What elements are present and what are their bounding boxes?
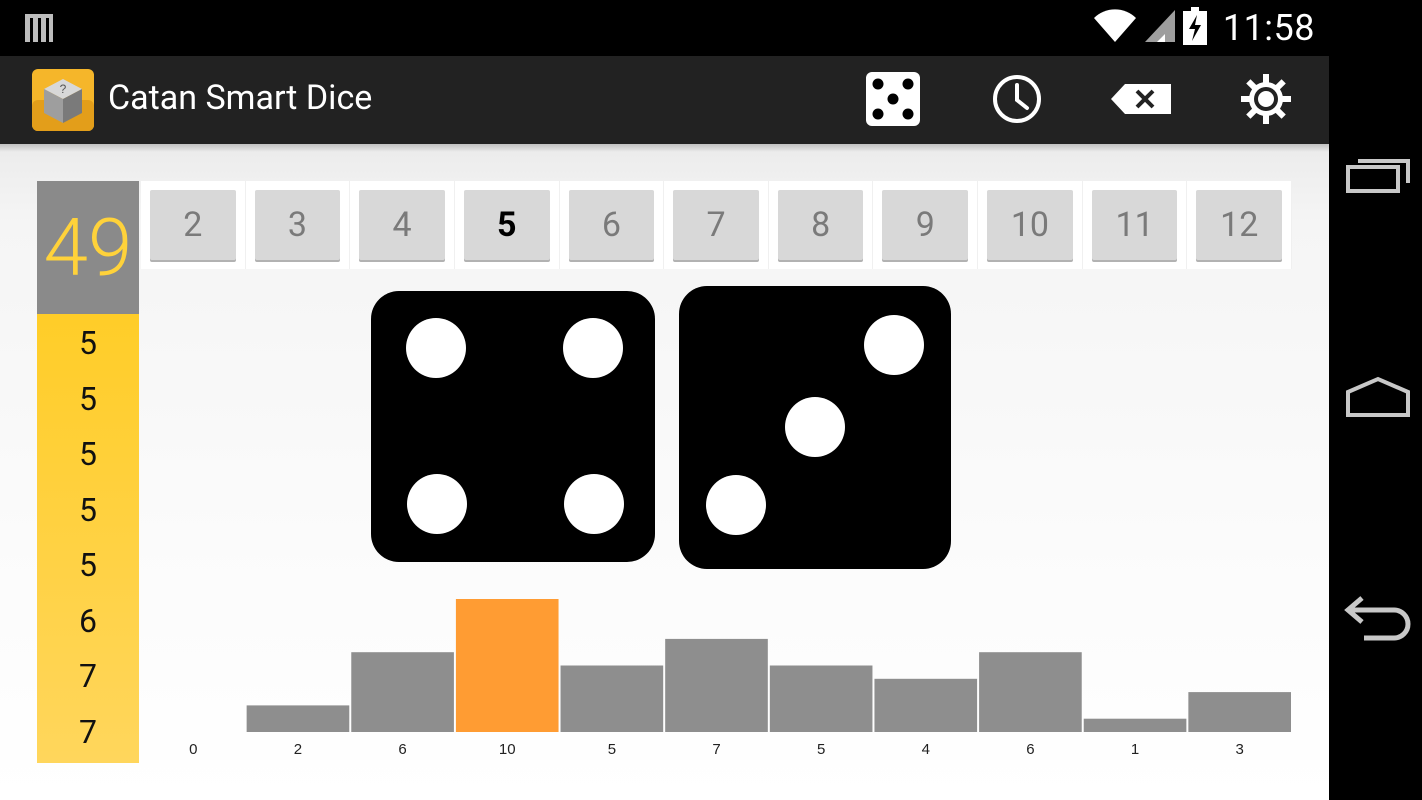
app-logo-icon[interactable]: ? (32, 69, 94, 131)
history-item: 5 (79, 379, 97, 418)
bar-9 (874, 678, 978, 732)
bar-12 (1188, 692, 1291, 732)
num-cell: 9 (873, 181, 979, 269)
bar-10 (979, 652, 1082, 732)
bar-count-label-6: 5 (608, 741, 616, 758)
bar-4 (351, 652, 454, 732)
num-cell: 7 (664, 181, 769, 269)
roll-frequency-chart: 0 2 6 10 5 7 5 4 6 1 3 (141, 574, 1292, 774)
history-item: 5 (79, 490, 97, 529)
main-content: 49 5 5 5 5 5 6 7 7 2 3 4 5 6 7 8 9 10 11… (0, 144, 1329, 800)
status-icons: 11:58 (1093, 6, 1315, 50)
num-cell: 2 (141, 181, 246, 269)
bar-3 (246, 705, 350, 732)
die-pip (563, 318, 623, 378)
number-button-10[interactable]: 10 (987, 190, 1073, 260)
action-bar-shadow (0, 144, 1329, 152)
svg-text:?: ? (60, 82, 67, 96)
roll-dice-icon (865, 71, 921, 131)
home-icon (1345, 376, 1411, 422)
num-cell: 3 (246, 181, 351, 269)
num-cell: 6 (560, 181, 665, 269)
bar-count-label-8: 5 (817, 741, 825, 758)
battery-charging-icon (1182, 7, 1207, 49)
wifi-icon (1093, 8, 1137, 48)
number-button-4[interactable]: 4 (359, 190, 445, 260)
action-bar: ? Catan Smart Dice (0, 56, 1329, 144)
settings-button[interactable] (1235, 70, 1297, 132)
die-pip (407, 474, 467, 534)
bar-count-label-7: 7 (712, 741, 720, 758)
num-cell: 11 (1083, 181, 1188, 269)
bar-count-label-12: 3 (1236, 741, 1244, 758)
clock-icon (991, 73, 1043, 129)
num-cell: 12 (1187, 181, 1293, 269)
num-cell: 5 (455, 181, 560, 269)
die-pip (564, 474, 624, 534)
die-pip (864, 315, 924, 375)
bar-count-label-10: 6 (1026, 741, 1034, 758)
die-pip (706, 475, 766, 535)
bar-count-label-4: 6 (398, 741, 406, 758)
die-pip (406, 318, 466, 378)
total-rolls-count: 49 (37, 181, 139, 314)
navigation-bar (1329, 0, 1422, 800)
die-pip (785, 397, 845, 457)
back-button[interactable] (1343, 596, 1413, 646)
bar-11 (1083, 718, 1187, 732)
number-button-6[interactable]: 6 (568, 190, 655, 260)
num-cell: 8 (769, 181, 874, 269)
bar-8 (769, 665, 873, 732)
num-cell: 4 (350, 181, 455, 269)
signal-icon (1143, 8, 1177, 48)
number-button-11[interactable]: 11 (1091, 190, 1178, 260)
recent-apps-icon (1345, 155, 1411, 199)
die-left[interactable] (371, 291, 655, 562)
history-item: 5 (79, 546, 97, 584)
bar-6 (560, 665, 664, 732)
history-item: 5 (79, 435, 97, 473)
history-item: 7 (79, 712, 97, 751)
app-title: Catan Smart Dice (108, 78, 373, 118)
num-cell: 10 (978, 181, 1083, 269)
history-clock-button[interactable] (986, 70, 1048, 132)
undo-roll-button[interactable] (1110, 70, 1172, 132)
roll-dice-button[interactable] (862, 70, 924, 132)
backspace-icon (1109, 82, 1173, 120)
number-button-8[interactable]: 8 (777, 190, 864, 260)
number-button-3[interactable]: 3 (254, 190, 341, 260)
bar-count-label-2: 0 (189, 741, 197, 758)
bar-count-label-3: 2 (294, 741, 302, 758)
bar-7 (665, 638, 768, 732)
settings-icon (1240, 73, 1292, 129)
recent-rolls-list[interactable]: 5 5 5 5 5 6 7 7 (37, 314, 139, 763)
clock-time: 11:58 (1222, 7, 1315, 49)
bar-5 (455, 599, 559, 732)
home-button[interactable] (1343, 374, 1413, 424)
roll-number-buttons: 2 3 4 5 6 7 8 9 10 11 12 (141, 181, 1293, 269)
history-item: 6 (79, 601, 97, 640)
roll-history-panel: 49 5 5 5 5 5 6 7 7 (37, 181, 139, 763)
number-button-7[interactable]: 7 (673, 190, 759, 260)
histogram-svg: 0 2 6 10 5 7 5 4 6 1 3 (189, 599, 1291, 758)
status-bar: 11:58 (0, 0, 1329, 56)
history-item: 5 (79, 324, 97, 362)
history-item: 7 (79, 657, 97, 695)
bar-count-label-5: 10 (499, 741, 516, 758)
bar-count-label-9: 4 (922, 741, 930, 758)
number-button-2[interactable]: 2 (150, 190, 236, 260)
number-button-5[interactable]: 5 (463, 190, 550, 260)
die-right[interactable] (679, 286, 951, 569)
number-button-12[interactable]: 12 (1196, 190, 1283, 260)
recent-apps-button[interactable] (1343, 152, 1413, 202)
number-button-9[interactable]: 9 (882, 190, 969, 260)
back-arrow-icon (1342, 596, 1414, 646)
notification-icon (24, 12, 54, 44)
bar-count-label-11: 1 (1131, 741, 1139, 758)
